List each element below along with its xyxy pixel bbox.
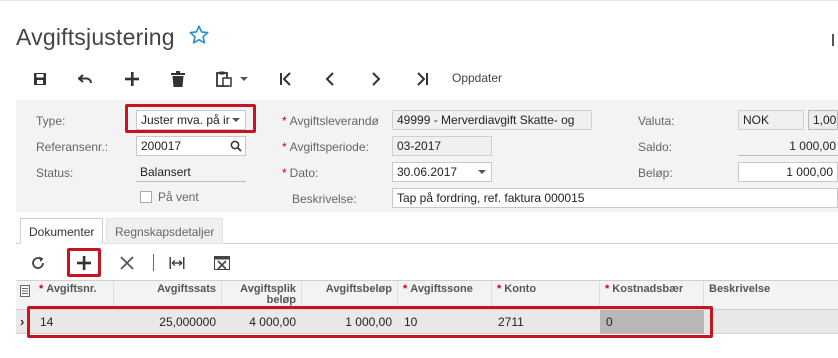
copy-paste-button[interactable] <box>212 66 252 92</box>
required-mark: * <box>282 140 287 154</box>
row-indicator: › <box>20 314 25 329</box>
top-border <box>0 0 838 1</box>
clipboard-icon <box>216 71 232 87</box>
required-mark: * <box>282 166 287 180</box>
reference-label: Referansenr.: <box>36 140 109 154</box>
status-label: Status: <box>36 166 74 180</box>
tab-accounting-details[interactable]: Regnskapsdetaljer <box>106 218 224 244</box>
balance-label: Saldo: <box>638 140 673 154</box>
close-icon <box>120 256 134 270</box>
supplier-field[interactable]: 49999 - Merverdiavgift Skatte- og <box>392 110 592 130</box>
save-icon <box>34 73 46 85</box>
undo-button[interactable] <box>76 66 96 92</box>
add-row-highlight <box>67 248 101 277</box>
currency-rate-value: 1,00 <box>813 113 837 127</box>
cell-description[interactable] <box>704 310 838 334</box>
currency-label: Valuta: <box>638 114 675 128</box>
balance-value: 1 000,00 <box>789 139 836 153</box>
date-field[interactable]: 30.06.2017 <box>392 162 492 182</box>
description-label: Beskrivelse: <box>292 192 357 206</box>
amount-value: 1 000,00 <box>786 165 833 179</box>
description-value: Tap på fordring, ref. faktura 000015 <box>397 191 585 205</box>
description-input[interactable]: Tap på fordring, ref. faktura 000015 <box>392 188 838 208</box>
page-title: Avgiftsjustering <box>16 24 175 50</box>
save-button[interactable] <box>30 66 50 92</box>
amount-label: Beløp: <box>638 166 673 180</box>
balance-underline <box>738 155 838 156</box>
chevron-left-icon <box>325 72 334 86</box>
excel-icon <box>214 256 230 270</box>
amount-input[interactable]: 1 000,00 <box>738 162 838 182</box>
date-dropdown-icon[interactable] <box>478 170 486 174</box>
add-button[interactable] <box>122 66 142 92</box>
refresh-icon <box>32 256 44 269</box>
undo-icon <box>78 74 93 84</box>
chevron-right-icon <box>372 72 381 86</box>
type-label: Type: <box>36 114 66 128</box>
search-icon[interactable] <box>230 140 242 152</box>
row-highlight <box>27 306 713 338</box>
first-record-button[interactable] <box>276 66 296 92</box>
date-value: 30.06.2017 <box>397 165 458 179</box>
fit-width-icon <box>169 257 185 269</box>
export-excel-button[interactable] <box>211 252 233 274</box>
type-highlight <box>125 104 256 133</box>
next-record-button[interactable] <box>366 66 386 92</box>
status-value: Balansert <box>140 165 191 179</box>
favorite-star-icon[interactable] <box>188 24 210 46</box>
window-edge-mark <box>832 34 834 46</box>
supplier-value: 49999 - Merverdiavgift Skatte- og <box>397 113 575 127</box>
fit-columns-button[interactable] <box>166 252 188 274</box>
column-header-description[interactable]: Beskrivelse <box>704 280 838 310</box>
delete-button[interactable] <box>168 66 188 92</box>
previous-record-button[interactable] <box>320 66 340 92</box>
update-button[interactable]: Oppdater <box>452 71 502 85</box>
row-selector-header-icon[interactable] <box>20 285 30 297</box>
plus-icon <box>125 72 139 86</box>
last-icon <box>417 72 428 86</box>
chevron-down-icon <box>240 77 248 81</box>
on-hold-checkbox[interactable] <box>140 191 152 203</box>
trash-icon <box>171 71 185 87</box>
first-icon <box>280 72 291 86</box>
date-label: * Dato: <box>282 166 319 180</box>
on-hold-label: På vent <box>158 190 199 204</box>
reference-value: 200017 <box>141 139 182 153</box>
period-label: * Avgiftsperiode: <box>282 140 369 154</box>
currency-field[interactable]: NOK <box>738 110 804 130</box>
period-field[interactable]: 03-2017 <box>392 136 492 156</box>
last-record-button[interactable] <box>412 66 432 92</box>
currency-rate-button[interactable]: 1,00 <box>808 110 838 130</box>
refresh-button[interactable] <box>27 252 49 274</box>
status-underline <box>136 181 246 182</box>
toolbar-separator <box>153 254 154 271</box>
currency-value: NOK <box>743 113 770 127</box>
required-mark: * <box>282 114 287 128</box>
period-value: 03-2017 <box>397 139 442 153</box>
delete-row-button[interactable] <box>116 252 138 274</box>
supplier-label: * Avgiftsleverandø <box>282 114 379 128</box>
tab-documents[interactable]: Dokumenter <box>20 218 104 244</box>
